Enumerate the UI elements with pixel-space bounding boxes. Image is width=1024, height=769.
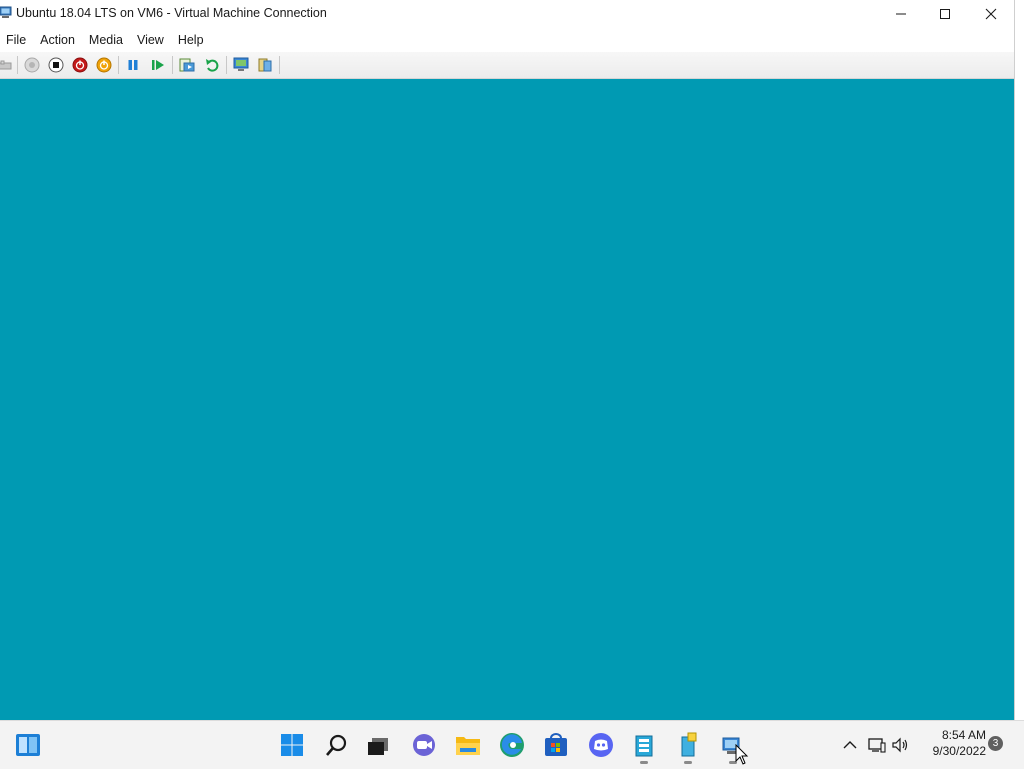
start-icon <box>24 57 40 73</box>
turn-off-icon <box>48 57 64 73</box>
widgets-button[interactable] <box>12 729 44 761</box>
notification-badge[interactable]: 3 <box>988 736 1003 751</box>
enhanced-session-icon <box>233 57 249 71</box>
speaker-icon <box>892 737 908 753</box>
menu-bar: File Action Media View Help <box>0 28 1014 52</box>
mouse-cursor-icon <box>735 744 749 765</box>
clock-time: 8:54 AM <box>941 728 986 742</box>
menu-media[interactable]: Media <box>83 28 131 52</box>
server-manager-button[interactable] <box>672 729 704 764</box>
vm-connection-window: Ubuntu 18.04 LTS on VM6 - Virtual Machin… <box>0 0 1015 720</box>
chat-icon <box>413 734 435 756</box>
window-title: Ubuntu 18.04 LTS on VM6 - Virtual Machin… <box>16 6 327 20</box>
store-button[interactable] <box>540 729 572 761</box>
menu-view[interactable]: View <box>131 28 172 52</box>
clock-date: 9/30/2022 <box>932 744 986 758</box>
chevron-up-icon <box>843 741 857 749</box>
close-button[interactable] <box>968 0 1014 28</box>
toolbar-separator <box>279 56 280 74</box>
hyper-v-manager-button[interactable] <box>628 729 660 764</box>
running-indicator <box>640 761 648 764</box>
close-icon <box>985 8 997 20</box>
save-button[interactable] <box>95 56 113 74</box>
desktop-edge <box>1015 0 1024 720</box>
running-indicator <box>684 761 692 764</box>
vm-connection-app-icon <box>0 6 12 20</box>
shut-down-button[interactable] <box>71 56 89 74</box>
chat-button[interactable] <box>408 729 440 761</box>
checkpoint-icon <box>179 58 195 72</box>
maximize-icon <box>940 9 950 19</box>
checkpoint-button[interactable] <box>178 56 196 74</box>
minimize-icon <box>896 13 906 15</box>
hyper-v-manager-icon <box>635 735 653 757</box>
task-view-button[interactable] <box>362 729 394 761</box>
pause-icon <box>128 60 138 70</box>
shut-down-icon <box>72 57 88 73</box>
discord-icon <box>589 733 613 757</box>
server-manager-icon <box>681 732 697 757</box>
task-view-icon <box>368 738 388 755</box>
widgets-icon <box>16 734 40 756</box>
vm-display-screen[interactable] <box>0 79 1014 720</box>
menu-action[interactable]: Action <box>34 28 83 52</box>
menu-help[interactable]: Help <box>172 28 212 52</box>
network-icon <box>868 738 886 753</box>
resume-icon <box>152 60 164 70</box>
title-bar[interactable]: Ubuntu 18.04 LTS on VM6 - Virtual Machin… <box>0 0 1014 28</box>
start-windows-icon <box>281 734 303 756</box>
edge-button[interactable] <box>496 729 528 761</box>
start-button[interactable] <box>23 56 41 74</box>
maximize-button[interactable] <box>922 0 968 28</box>
revert-icon <box>206 59 219 72</box>
search-icon <box>326 734 347 756</box>
edge-icon <box>500 733 524 757</box>
start-windows-button[interactable] <box>276 729 308 761</box>
share-icon <box>258 58 272 72</box>
toolbar <box>0 52 1014 79</box>
toolbar-separator <box>118 56 119 74</box>
resume-button[interactable] <box>149 56 167 74</box>
volume-button[interactable] <box>890 729 912 761</box>
search-button[interactable] <box>321 729 353 761</box>
taskbar <box>0 720 1024 769</box>
store-icon <box>545 733 567 756</box>
ctrl-alt-del-icon <box>0 60 12 70</box>
share-button[interactable] <box>256 56 274 74</box>
save-icon <box>96 57 112 73</box>
toolbar-separator <box>226 56 227 74</box>
revert-button[interactable] <box>203 56 221 74</box>
enhanced-session-button[interactable] <box>233 56 251 74</box>
minimize-button[interactable] <box>878 0 924 28</box>
file-explorer-button[interactable] <box>452 729 484 761</box>
menu-file[interactable]: File <box>0 28 34 52</box>
toolbar-separator <box>172 56 173 74</box>
discord-button[interactable] <box>585 729 617 761</box>
network-button[interactable] <box>866 729 888 761</box>
toolbar-separator <box>17 56 18 74</box>
file-explorer-icon <box>456 737 480 755</box>
turn-off-button[interactable] <box>47 56 65 74</box>
system-clock[interactable]: 8:54 AM 9/30/2022 <box>914 727 986 759</box>
pause-button[interactable] <box>124 56 142 74</box>
show-hidden-icons-button[interactable] <box>840 729 860 761</box>
ctrl-alt-del-button[interactable] <box>0 56 14 74</box>
